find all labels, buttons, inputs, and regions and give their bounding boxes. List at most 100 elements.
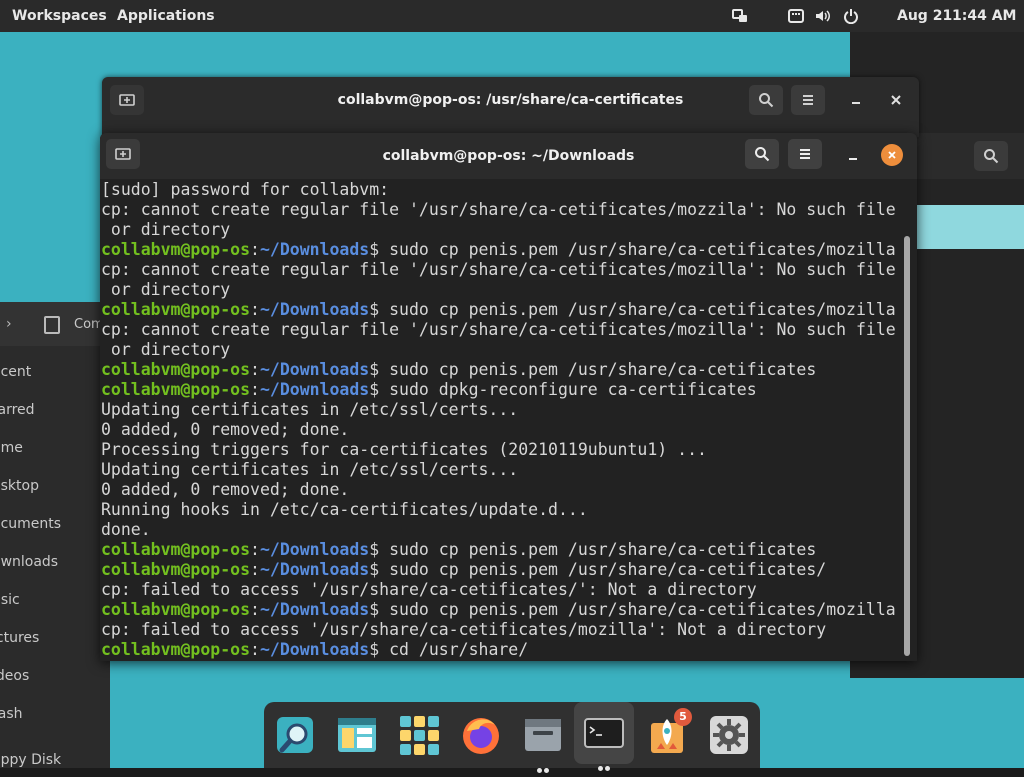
command-text: $ sudo cp penis.pem /usr/share/ca-cetifi… [369, 600, 896, 619]
close-button[interactable] [881, 144, 903, 166]
dock-pop-shop[interactable]: 5 [640, 708, 694, 762]
running-indicator [516, 758, 570, 773]
terminal-command-line: collabvm@pop-os:~/Downloads$ sudo cp pen… [101, 540, 901, 560]
sidebar-item-recent[interactable]: ecent [0, 364, 31, 380]
magnifier-icon [277, 717, 313, 753]
prompt-colon: : [250, 600, 260, 619]
dock-terminal[interactable] [574, 702, 634, 771]
terminal-command-line: collabvm@pop-os:~/Downloads$ sudo cp pen… [101, 600, 901, 620]
sidebar-item-downloads[interactable]: ownloads [0, 554, 58, 570]
terminal-scrollbar[interactable] [904, 236, 910, 656]
dock-files-running[interactable] [516, 708, 570, 773]
prompt-path: ~/Downloads [259, 380, 370, 399]
terminal-command-line: collabvm@pop-os:~/Downloads$ sudo cp pen… [101, 560, 901, 580]
terminal-command-line: collabvm@pop-os:~/Downloads$ sudo dpkg-r… [101, 380, 901, 400]
minimize-button[interactable] [845, 89, 867, 111]
prompt-user: collabvm@pop-os [101, 240, 251, 259]
forward-icon[interactable]: › [6, 316, 12, 332]
terminal-output-line: done. [101, 520, 151, 539]
prompt-user: collabvm@pop-os [101, 600, 251, 619]
prompt-colon: : [250, 360, 260, 379]
terminal-command-line: collabvm@pop-os:~/Downloads$ sudo cp pen… [101, 300, 901, 320]
sidebar-item-floppy[interactable]: oppy Disk [0, 752, 61, 768]
terminal-output-line: Updating certificates in /etc/ssl/certs.… [101, 400, 519, 419]
clock-time[interactable]: 1:44 AM [952, 0, 1016, 32]
prompt-path: ~/Downloads [259, 240, 370, 259]
sidebar-item-videos[interactable]: ideos [0, 668, 29, 684]
prompt-colon: : [250, 640, 260, 659]
sidebar-item-starred[interactable]: tarred [0, 402, 35, 418]
command-text: $ sudo cp penis.pem /usr/share/ca-cetifi… [369, 300, 896, 319]
terminal-output-line: Updating certificates in /etc/ssl/certs.… [101, 460, 519, 479]
background-search-button[interactable] [974, 141, 1008, 171]
terminal-output-line: Running hooks in /etc/ca-certificates/up… [101, 500, 588, 519]
power-icon[interactable] [843, 8, 859, 24]
firefox-icon [463, 718, 499, 754]
applications-button[interactable]: Applications [117, 0, 215, 32]
file-manager-icon [338, 718, 376, 752]
clock-date[interactable]: Aug 21 [897, 0, 952, 32]
terminal-output-line: or directory [101, 340, 231, 359]
computer-icon [44, 316, 60, 334]
search-button[interactable] [749, 85, 783, 115]
background-window[interactable] [916, 133, 1024, 673]
dock-firefox[interactable] [454, 708, 508, 762]
terminal-output-line: cp: cannot create regular file '/usr/sha… [101, 320, 896, 339]
terminal-command-line: collabvm@pop-os:~/Downloads$ sudo cp pen… [101, 240, 901, 260]
background-window-banner [916, 205, 1024, 249]
file-manager-header: › Com [0, 302, 110, 346]
prompt-colon: : [250, 240, 260, 259]
prompt-path: ~/Downloads [259, 560, 370, 579]
prompt-colon: : [250, 380, 260, 399]
prompt-colon: : [250, 300, 260, 319]
prompt-path: ~/Downloads [259, 640, 370, 659]
terminal-output-line: Processing triggers for ca-certificates … [101, 440, 707, 459]
terminal-output-line: cp: cannot create regular file '/usr/sha… [101, 200, 896, 219]
prompt-path: ~/Downloads [259, 540, 370, 559]
menu-button[interactable] [788, 139, 822, 169]
volume-icon[interactable] [815, 8, 831, 24]
terminal-output-line: cp: failed to access '/usr/share/ca-ceti… [101, 620, 827, 639]
terminal-output-line: 0 added, 0 removed; done. [101, 420, 350, 439]
terminal-command-line: collabvm@pop-os:~/Downloads$ cd /usr/sha… [101, 640, 901, 660]
terminal-window-back[interactable]: collabvm@pop-os: /usr/share/ca-certifica… [102, 77, 919, 137]
sidebar-item-music[interactable]: usic [0, 592, 20, 608]
sidebar-item-pictures[interactable]: ictures [0, 630, 39, 646]
sidebar-item-desktop[interactable]: esktop [0, 478, 39, 494]
keyboard-icon[interactable] [788, 8, 804, 24]
command-text: $ sudo cp penis.pem /usr/share/ca-cetifi… [369, 560, 827, 579]
prompt-user: collabvm@pop-os [101, 640, 251, 659]
sidebar-item-home[interactable]: ome [0, 440, 23, 456]
terminal-window[interactable]: collabvm@pop-os: ~/Downloads [sudo] pass… [100, 133, 917, 661]
search-button[interactable] [745, 139, 779, 169]
grid-icon [400, 716, 439, 755]
menu-button[interactable] [791, 85, 825, 115]
dock-search-app[interactable] [268, 708, 322, 762]
window-tiling-icon[interactable] [732, 8, 748, 24]
prompt-user: collabvm@pop-os [101, 360, 251, 379]
dock-files-app[interactable] [330, 708, 384, 762]
top-panel: Workspaces Applications Aug 21 1:44 AM [0, 0, 1024, 32]
prompt-user: collabvm@pop-os [101, 380, 251, 399]
close-button[interactable] [885, 89, 907, 111]
command-text: $ sudo cp penis.pem /usr/share/ca-cetifi… [369, 540, 817, 559]
command-text: $ sudo dpkg-reconfigure ca-certificates [369, 380, 757, 399]
sidebar-item-documents[interactable]: ocuments [0, 516, 61, 532]
prompt-user: collabvm@pop-os [101, 560, 251, 579]
minimize-button[interactable] [842, 145, 864, 167]
workspaces-button[interactable]: Workspaces [12, 0, 107, 32]
file-manager-window[interactable]: › Com ecent tarred ome esktop ocuments o… [0, 302, 110, 768]
prompt-colon: : [250, 560, 260, 579]
dock-app-grid[interactable] [392, 708, 446, 762]
terminal-output[interactable]: [sudo] password for collabvm: cp: cannot … [101, 179, 901, 661]
command-text: $ cd /usr/share/ [369, 640, 529, 659]
terminal-header: collabvm@pop-os: ~/Downloads [100, 133, 917, 179]
prompt-path: ~/Downloads [259, 300, 370, 319]
terminal-output-line: or directory [101, 220, 231, 239]
terminal-output-line: or directory [101, 280, 231, 299]
dock-settings[interactable] [702, 708, 756, 762]
notification-badge: 5 [674, 708, 692, 726]
running-indicator [574, 756, 634, 771]
terminal-output-line: [sudo] password for collabvm: [101, 180, 390, 199]
sidebar-item-trash[interactable]: rash [0, 706, 23, 722]
